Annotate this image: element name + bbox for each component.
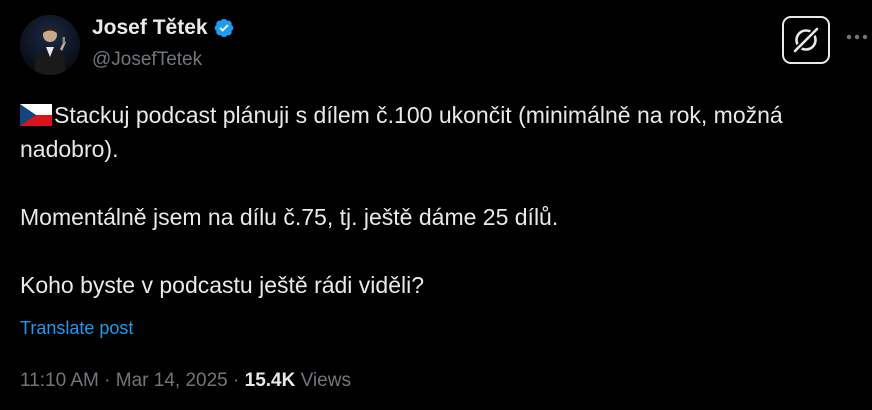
author-handle[interactable]: @JosefTetek xyxy=(92,49,202,71)
avatar[interactable] xyxy=(20,15,80,75)
views-label: Views xyxy=(295,370,351,391)
tweet-time[interactable]: 11:10 AM xyxy=(20,370,99,391)
tweet-paragraph: Koho byste v podcastu ještě rádi viděli? xyxy=(20,272,425,298)
czech-flag-icon xyxy=(20,104,52,126)
verified-badge-icon xyxy=(214,19,233,37)
tweet-paragraph: Stackuj podcast plánuji s dílem č.100 uk… xyxy=(20,98,850,166)
tweet-paragraph-text: Stackuj podcast plánuji s dílem č.100 uk… xyxy=(20,102,783,162)
tweet-text: Stackuj podcast plánuji s dílem č.100 uk… xyxy=(20,98,850,302)
author-name-text[interactable]: Josef Tětek xyxy=(92,16,208,40)
avatar-photo xyxy=(20,15,80,75)
meta-separator: · xyxy=(98,370,116,391)
tweet-date[interactable]: Mar 14, 2025 xyxy=(116,370,228,391)
views-count[interactable]: 15.4K xyxy=(245,370,296,391)
meta-separator: · xyxy=(227,370,245,391)
translate-post-link[interactable]: Translate post xyxy=(20,318,133,339)
author-name[interactable]: Josef Tětek xyxy=(92,16,235,40)
tweet-paragraph: Momentálně jsem na dílu č.75, tj. ještě … xyxy=(20,204,559,230)
grok-icon xyxy=(793,27,819,53)
grok-button[interactable] xyxy=(782,16,830,64)
more-options-icon xyxy=(846,34,868,40)
tweet-meta: 11:10 AM · Mar 14, 2025 · 15.4K Views xyxy=(20,370,351,392)
more-options-button[interactable] xyxy=(844,22,870,52)
